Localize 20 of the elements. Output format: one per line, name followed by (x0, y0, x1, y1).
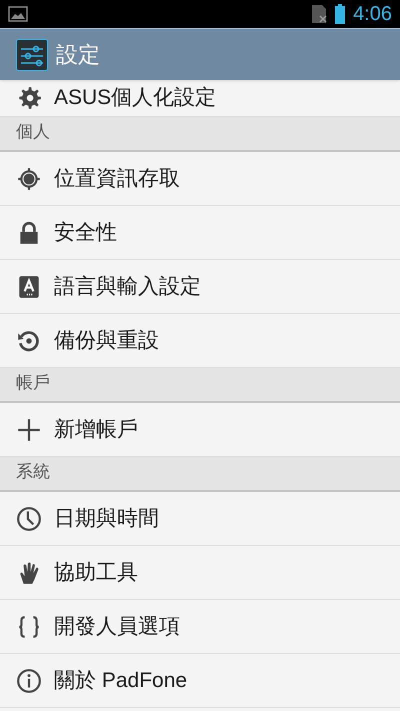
battery-icon (335, 4, 346, 24)
section-header: 系統 (0, 457, 400, 492)
info-icon (16, 668, 42, 694)
settings-item[interactable]: 協助工具 (0, 546, 400, 600)
status-time: 4:06 (353, 4, 392, 24)
section-header: 個人 (0, 117, 400, 152)
clock-icon (16, 506, 42, 532)
settings-item[interactable]: 位置資訊存取 (0, 152, 400, 206)
screen-title: 設定 (56, 41, 100, 69)
settings-item[interactable]: 安全性 (0, 206, 400, 260)
crosshair-icon (16, 166, 42, 192)
settings-item[interactable]: 日期與時間 (0, 492, 400, 546)
section-header: 帳戶 (0, 368, 400, 403)
sim-card-icon (311, 4, 328, 24)
picture-notification-icon (8, 6, 28, 22)
settings-app-icon[interactable] (16, 38, 48, 70)
settings-item[interactable]: 開發人員選項 (0, 600, 400, 654)
settings-item[interactable]: 語言與輸入設定 (0, 260, 400, 314)
plus-icon (16, 416, 42, 442)
settings-item[interactable]: 關於 PadFone (0, 654, 400, 708)
